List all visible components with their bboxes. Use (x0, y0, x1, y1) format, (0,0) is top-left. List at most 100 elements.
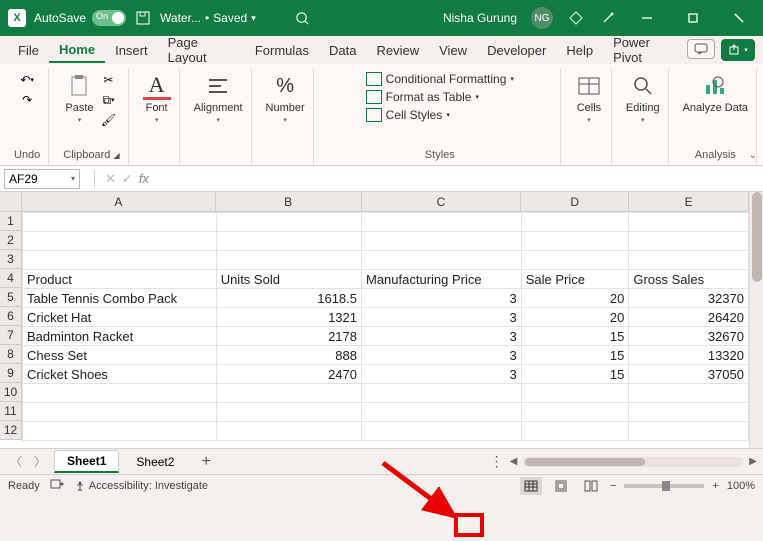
cell[interactable]: Cricket Hat (23, 308, 217, 327)
cell[interactable]: Manufacturing Price (362, 270, 522, 289)
cell[interactable] (23, 213, 217, 232)
sheet-nav-prev[interactable]: 〈 (6, 453, 26, 470)
col-header-C[interactable]: C (362, 192, 522, 211)
cell[interactable] (362, 384, 522, 403)
cell[interactable] (629, 232, 749, 251)
search-icon[interactable] (294, 9, 312, 27)
cell[interactable]: Table Tennis Combo Pack (23, 289, 217, 308)
hscroll-right-icon[interactable]: ▶ (749, 456, 757, 467)
tab-view[interactable]: View (429, 39, 477, 62)
autosave-toggle[interactable]: On (92, 10, 126, 26)
cells-button[interactable]: Cells ▾ (575, 72, 603, 124)
cell[interactable] (521, 403, 629, 422)
cell[interactable]: Cricket Shoes (23, 365, 217, 384)
cell[interactable] (629, 384, 749, 403)
cut-icon[interactable]: ✂ (100, 72, 118, 88)
minimize-button[interactable] (631, 6, 663, 30)
cell[interactable]: 20 (521, 289, 629, 308)
alignment-button[interactable]: Alignment ▾ (194, 72, 243, 124)
page-layout-view-button[interactable] (550, 477, 572, 495)
zoom-out-button[interactable]: − (610, 480, 616, 492)
comments-button[interactable] (687, 39, 715, 59)
tab-help[interactable]: Help (556, 39, 603, 62)
cell[interactable]: Gross Sales (629, 270, 749, 289)
cell[interactable]: Product (23, 270, 217, 289)
row-header-10[interactable]: 10 (0, 383, 21, 402)
fx-icon[interactable]: fx (139, 171, 149, 186)
cell[interactable] (23, 232, 217, 251)
document-name[interactable]: Water... • Saved ▾ (160, 11, 256, 25)
row-header-1[interactable]: 1 (0, 212, 21, 231)
format-painter-icon[interactable]: 🖌 (100, 112, 118, 128)
cell[interactable]: 37050 (629, 365, 749, 384)
analyze-data-button[interactable]: Analyze Data (683, 72, 748, 114)
horizontal-scrollbar[interactable] (523, 457, 743, 467)
tab-formulas[interactable]: Formulas (245, 39, 319, 62)
collapse-ribbon-icon[interactable]: ⌄ (749, 150, 757, 161)
number-button[interactable]: % Number ▾ (266, 72, 305, 124)
cell[interactable] (23, 422, 217, 441)
formula-input[interactable] (155, 169, 763, 189)
cell[interactable] (216, 232, 361, 251)
cell[interactable] (521, 251, 629, 270)
copy-icon[interactable]: ⧉▾ (100, 92, 118, 108)
tab-developer[interactable]: Developer (477, 39, 556, 62)
tab-home[interactable]: Home (49, 38, 105, 63)
cell[interactable]: Badminton Racket (23, 327, 217, 346)
row-header-4[interactable]: 4 (0, 269, 21, 288)
cell[interactable]: Units Sold (216, 270, 361, 289)
row-header-9[interactable]: 9 (0, 364, 21, 383)
cell[interactable] (629, 251, 749, 270)
cell[interactable]: Chess Set (23, 346, 217, 365)
cell[interactable]: 888 (216, 346, 361, 365)
save-icon[interactable] (134, 9, 152, 27)
sheet-nav-next[interactable]: 〉 (30, 453, 50, 470)
row-header-5[interactable]: 5 (0, 288, 21, 307)
undo-button[interactable]: ↶▾ (18, 72, 36, 88)
maximize-button[interactable] (677, 6, 709, 30)
close-button[interactable] (723, 6, 755, 30)
share-button[interactable]: ▾ (721, 39, 755, 61)
accessibility-status[interactable]: Accessibility: Investigate (74, 480, 208, 492)
cell-styles-button[interactable]: Cell Styles▾ (366, 108, 514, 122)
cell[interactable]: 32370 (629, 289, 749, 308)
tab-insert[interactable]: Insert (105, 39, 158, 62)
cell[interactable] (362, 251, 522, 270)
macro-record-icon[interactable] (50, 478, 64, 493)
col-header-B[interactable]: B (216, 192, 362, 211)
add-sheet-button[interactable]: + (191, 453, 220, 471)
cell[interactable] (521, 422, 629, 441)
cell[interactable] (216, 422, 361, 441)
cell[interactable]: 15 (521, 327, 629, 346)
cell[interactable] (362, 403, 522, 422)
cell[interactable]: 15 (521, 346, 629, 365)
cell[interactable] (362, 213, 522, 232)
zoom-percent[interactable]: 100% (727, 480, 755, 492)
cell[interactable] (23, 251, 217, 270)
row-header-12[interactable]: 12 (0, 421, 21, 440)
row-header-6[interactable]: 6 (0, 307, 21, 326)
wand-icon[interactable] (599, 9, 617, 27)
cell[interactable] (629, 213, 749, 232)
cell[interactable] (521, 213, 629, 232)
col-header-D[interactable]: D (521, 192, 629, 211)
cell[interactable]: 3 (362, 289, 522, 308)
tab-file[interactable]: File (8, 39, 49, 62)
conditional-formatting-button[interactable]: Conditional Formatting▾ (366, 72, 514, 86)
row-header-8[interactable]: 8 (0, 345, 21, 364)
sheet-tab-2[interactable]: Sheet2 (123, 451, 187, 472)
select-all-triangle[interactable] (0, 192, 22, 212)
cell[interactable]: 3 (362, 365, 522, 384)
cell[interactable]: 32670 (629, 327, 749, 346)
cell[interactable]: 2178 (216, 327, 361, 346)
col-header-E[interactable]: E (629, 192, 749, 211)
cell[interactable] (362, 422, 522, 441)
zoom-slider[interactable] (624, 484, 704, 488)
cell-area[interactable]: ProductUnits SoldManufacturing PriceSale… (22, 212, 749, 441)
row-header-11[interactable]: 11 (0, 402, 21, 421)
cell[interactable]: 26420 (629, 308, 749, 327)
cell[interactable]: 13320 (629, 346, 749, 365)
tab-data[interactable]: Data (319, 39, 366, 62)
cell[interactable] (521, 232, 629, 251)
sheet-tab-1[interactable]: Sheet1 (54, 450, 119, 473)
